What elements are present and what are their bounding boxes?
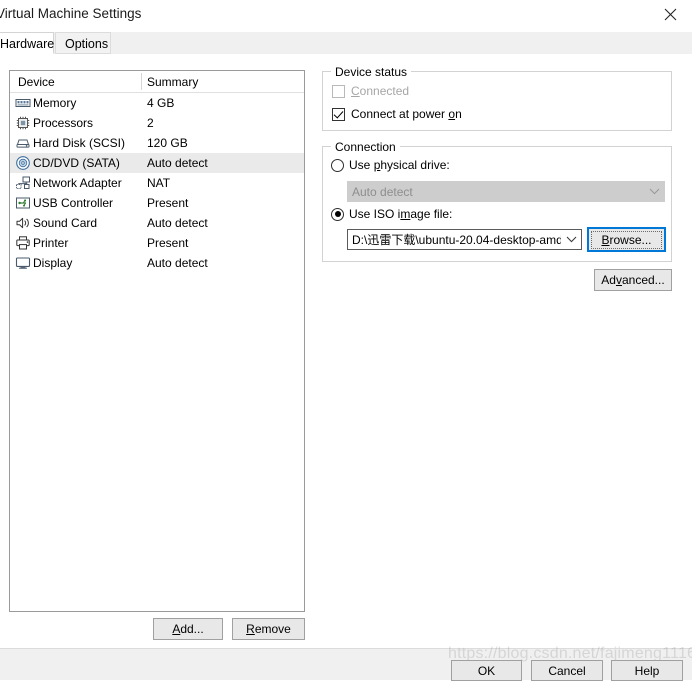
tab-options[interactable]: Options (55, 32, 111, 54)
add-button[interactable]: Add... (153, 618, 223, 640)
connected-checkbox (332, 85, 345, 98)
device-row-display[interactable]: Display Auto detect (10, 253, 304, 273)
cd-dvd-icon (15, 155, 31, 171)
window-title: Virtual Machine Settings (0, 6, 141, 21)
device-status-group: Device status (322, 71, 672, 131)
network-adapter-icon (15, 175, 31, 191)
device-row-usb-controller[interactable]: USB Controller Present (10, 193, 304, 213)
browse-button-label: Browse... (591, 231, 661, 249)
memory-icon (15, 95, 31, 111)
device-row-cd-dvd[interactable]: CD/DVD (SATA) Auto detect (10, 153, 304, 173)
chevron-down-icon (644, 188, 664, 195)
device-name: Hard Disk (SCSI) (33, 136, 125, 150)
tab-hardware-label: Hardware (0, 37, 54, 51)
device-list[interactable]: Device Summary Memory 4 GB (9, 70, 305, 612)
column-header-summary: Summary (147, 75, 198, 89)
advanced-button[interactable]: Advanced... (594, 269, 672, 291)
iso-path-value[interactable]: D:\迅雷下载\ubuntu-20.04-desktop-amd6 (348, 231, 561, 248)
add-button-label: Add... (172, 622, 203, 636)
device-status-legend: Device status (331, 65, 411, 79)
printer-icon (15, 235, 31, 251)
physical-drive-combobox: Auto detect (347, 181, 665, 202)
device-name: Printer (33, 236, 68, 250)
device-summary: 4 GB (147, 96, 174, 110)
hard-disk-icon (15, 135, 31, 151)
device-list-header: Device Summary (10, 71, 304, 93)
cancel-button-label: Cancel (548, 664, 585, 678)
usb-controller-icon (15, 195, 31, 211)
use-physical-drive-radio-row[interactable]: Use physical drive: (331, 158, 450, 172)
device-name: USB Controller (33, 196, 113, 210)
device-name: Network Adapter (33, 176, 122, 190)
cancel-button[interactable]: Cancel (531, 660, 603, 681)
help-button-label: Help (635, 664, 660, 678)
column-header-device: Device (18, 75, 55, 89)
device-summary: Present (147, 196, 188, 210)
use-iso-image-file-radio-row[interactable]: Use ISO image file: (331, 207, 452, 221)
connect-at-power-on-label: Connect at power on (351, 107, 462, 121)
close-icon[interactable] (648, 0, 692, 29)
connect-at-power-on-checkbox-row[interactable]: Connect at power on (332, 107, 462, 121)
use-physical-drive-radio[interactable] (331, 159, 344, 172)
device-name: Display (33, 256, 72, 270)
device-row-hard-disk[interactable]: Hard Disk (SCSI) 120 GB (10, 133, 304, 153)
device-summary: 120 GB (147, 136, 188, 150)
device-row-network-adapter[interactable]: Network Adapter NAT (10, 173, 304, 193)
device-summary: NAT (147, 176, 170, 190)
device-name: Memory (33, 96, 76, 110)
remove-button[interactable]: Remove (232, 618, 305, 640)
ok-button[interactable]: OK (451, 660, 522, 681)
device-row-processors[interactable]: Processors 2 (10, 113, 304, 133)
iso-path-combobox[interactable]: D:\迅雷下载\ubuntu-20.04-desktop-amd6 (347, 229, 582, 250)
processor-icon (15, 115, 31, 131)
use-physical-drive-label: Use physical drive: (349, 158, 450, 172)
device-name: Processors (33, 116, 93, 130)
device-row-sound-card[interactable]: Sound Card Auto detect (10, 213, 304, 233)
tab-options-label: Options (65, 37, 108, 51)
title-bar: Virtual Machine Settings (0, 0, 692, 30)
use-iso-image-file-radio[interactable] (331, 208, 344, 221)
advanced-button-label: Advanced... (601, 273, 664, 287)
sound-card-icon (15, 215, 31, 231)
device-summary: Present (147, 236, 188, 250)
remove-button-label: Remove (246, 622, 291, 636)
use-iso-image-file-label: Use ISO image file: (349, 207, 452, 221)
connect-at-power-on-checkbox[interactable] (332, 108, 345, 121)
device-summary: Auto detect (147, 156, 208, 170)
connection-legend: Connection (331, 140, 400, 154)
connected-label: Connected (351, 84, 409, 98)
device-summary: 2 (147, 116, 154, 130)
connected-checkbox-row: Connected (332, 84, 409, 98)
device-row-printer[interactable]: Printer Present (10, 233, 304, 253)
chevron-down-icon[interactable] (561, 236, 581, 243)
device-row-memory[interactable]: Memory 4 GB (10, 93, 304, 113)
device-name: CD/DVD (SATA) (33, 156, 120, 170)
ok-button-label: OK (478, 664, 495, 678)
device-summary: Auto detect (147, 216, 208, 230)
physical-drive-value: Auto detect (348, 185, 644, 199)
help-button[interactable]: Help (611, 660, 683, 681)
display-icon (15, 255, 31, 271)
tab-hardware[interactable]: Hardware (0, 32, 54, 54)
column-divider (141, 73, 142, 90)
device-summary: Auto detect (147, 256, 208, 270)
tab-strip: Hardware Options (0, 32, 692, 55)
device-name: Sound Card (33, 216, 97, 230)
browse-button[interactable]: Browse... (588, 228, 665, 251)
